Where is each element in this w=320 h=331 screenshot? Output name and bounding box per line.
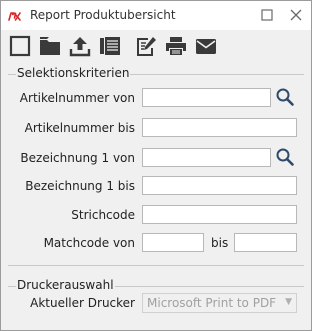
print-button[interactable] (164, 34, 188, 58)
title-bar: Report Produktubersicht (1, 1, 311, 30)
report-window: Report Produktubersicht Selektionskriter… (0, 0, 312, 331)
list-report-icon (100, 37, 120, 55)
article-search-icon[interactable] (274, 87, 296, 107)
window-title: Report Produktubersicht (30, 8, 176, 22)
maximize-icon[interactable] (260, 8, 274, 22)
description-search-icon[interactable] (274, 147, 296, 167)
description-to-label: Bezeichnung 1 bis (25, 179, 135, 193)
selection-criteria-title: Selektionskriterien (16, 66, 131, 80)
article-from-input[interactable] (142, 88, 271, 107)
description-to-input[interactable] (142, 176, 297, 195)
email-button[interactable] (194, 34, 218, 58)
new-document-icon (9, 35, 31, 57)
current-printer-select[interactable]: Microsoft Print to PDF ▼ (142, 293, 297, 313)
app-logo-icon (8, 10, 21, 22)
chevron-down-icon: ▼ (285, 297, 292, 307)
export-upload-icon (69, 37, 91, 57)
article-to-label: Artikelnummer bis (24, 121, 135, 135)
edit-icon (137, 37, 156, 56)
matchcode-from-input[interactable] (142, 233, 204, 252)
matchcode-from-label: Matchcode von (43, 236, 135, 250)
barcode-input[interactable] (142, 205, 297, 224)
email-icon (196, 39, 216, 54)
article-to-input[interactable] (142, 118, 297, 137)
description-from-label: Bezeichnung 1 von (20, 151, 135, 165)
folder-icon (40, 37, 60, 55)
edit-button[interactable] (134, 34, 158, 58)
list-report-button[interactable] (98, 34, 122, 58)
article-from-label: Artikelnummer von (19, 91, 135, 105)
open-folder-button[interactable] (38, 34, 62, 58)
current-printer-label: Aktueller Drucker (30, 296, 135, 310)
close-icon[interactable] (289, 8, 303, 22)
print-icon (166, 37, 186, 55)
toolbar (1, 30, 311, 62)
barcode-label: Strichcode (71, 208, 135, 222)
matchcode-to-label: bis (211, 236, 229, 250)
matchcode-to-input[interactable] (234, 233, 297, 252)
current-printer-value: Microsoft Print to PDF (147, 296, 277, 310)
printer-selection-title: Druckerauswahl (16, 278, 115, 292)
new-document-button[interactable] (8, 34, 32, 58)
export-button[interactable] (68, 34, 92, 58)
description-from-input[interactable] (142, 148, 271, 167)
